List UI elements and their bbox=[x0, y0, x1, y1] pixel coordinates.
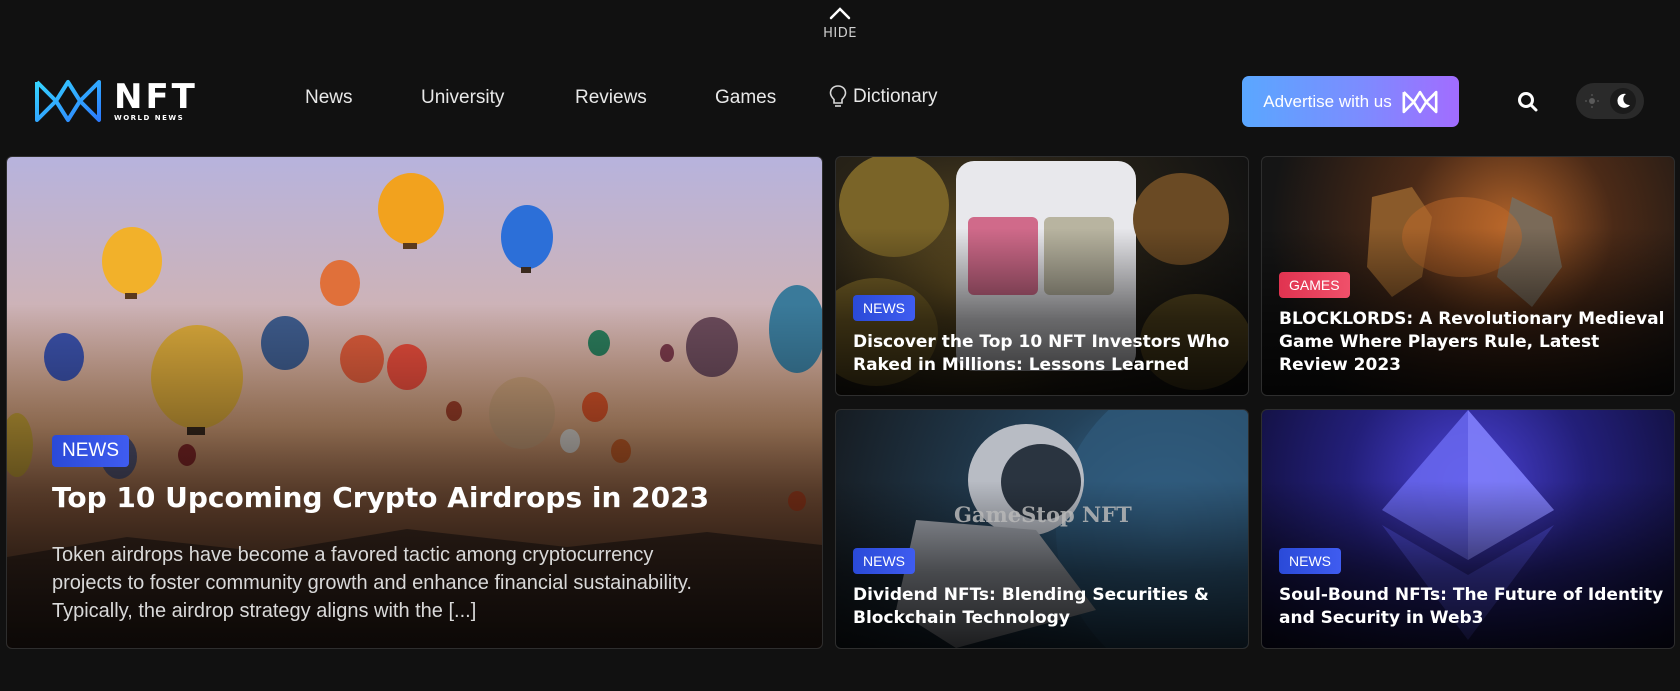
nav-item-dictionary[interactable]: Dictionary bbox=[829, 84, 937, 110]
title-line: Soul-Bound NFTs: The Future of Identity bbox=[1279, 585, 1664, 605]
advertise-button[interactable]: Advertise with us bbox=[1242, 76, 1459, 127]
article-card[interactable]: NEWS Soul-Bound NFTs: The Future of Iden… bbox=[1261, 409, 1675, 649]
theme-toggle[interactable] bbox=[1576, 83, 1644, 119]
moon-icon bbox=[1617, 93, 1630, 108]
site-logo[interactable]: NFT WORLD NEWS bbox=[34, 78, 198, 124]
title-line: Discover the Top 10 NFT Investors Who bbox=[853, 332, 1230, 352]
title-line: and Security in Web3 bbox=[1279, 608, 1484, 628]
category-badge[interactable]: NEWS bbox=[1279, 548, 1341, 574]
title-line: Blockchain Technology bbox=[853, 608, 1070, 628]
lightbulb-icon bbox=[829, 85, 847, 107]
logo-name: NFT bbox=[114, 77, 198, 117]
toggle-knob bbox=[1610, 88, 1636, 114]
title-line: Dividend NFTs: Blending Securities & bbox=[853, 585, 1209, 605]
category-badge[interactable]: GAMES bbox=[1279, 272, 1350, 298]
advertise-label: Advertise with us bbox=[1263, 91, 1392, 111]
nav-item-reviews[interactable]: Reviews bbox=[575, 87, 647, 109]
article-title[interactable]: Discover the Top 10 NFT Investors Who Ra… bbox=[853, 331, 1229, 377]
hide-header-toggle[interactable]: HIDE bbox=[812, 4, 868, 52]
article-card[interactable]: GameStop NFT NEWS Dividend NFTs: Blendin… bbox=[835, 409, 1249, 649]
featured-article-excerpt: Token airdrops have become a favored tac… bbox=[52, 541, 812, 625]
category-badge[interactable]: NEWS bbox=[853, 548, 915, 574]
article-title[interactable]: BLOCKLORDS: A Revolutionary Medieval Gam… bbox=[1279, 308, 1664, 377]
category-badge[interactable]: NEWS bbox=[52, 435, 129, 467]
featured-article-card[interactable]: NEWS Top 10 Upcoming Crypto Airdrops in … bbox=[6, 156, 823, 649]
category-badge[interactable]: NEWS bbox=[853, 295, 915, 321]
nav-item-dictionary-label: Dictionary bbox=[853, 86, 938, 107]
excerpt-line: projects to foster community growth and … bbox=[52, 572, 692, 594]
excerpt-line: Typically, the airdrop strategy aligns w… bbox=[52, 600, 477, 622]
sun-icon bbox=[1585, 94, 1599, 108]
title-line: Game Where Players Rule, Latest bbox=[1279, 332, 1600, 352]
top-navigation: NFT WORLD NEWS News University Reviews G… bbox=[0, 70, 1680, 132]
title-line: Raked in Millions: Lessons Learned bbox=[853, 355, 1190, 375]
article-title[interactable]: Dividend NFTs: Blending Securities & Blo… bbox=[853, 584, 1209, 630]
logo-tagline: WORLD NEWS bbox=[114, 114, 185, 122]
excerpt-line: Token airdrops have become a favored tac… bbox=[52, 544, 654, 566]
nav-item-games[interactable]: Games bbox=[715, 87, 776, 109]
title-line: BLOCKLORDS: A Revolutionary Medieval bbox=[1279, 309, 1665, 329]
search-button[interactable] bbox=[1516, 90, 1540, 114]
chevron-up-icon bbox=[829, 7, 851, 20]
logo-mark-icon bbox=[1402, 90, 1438, 113]
nav-item-news[interactable]: News bbox=[305, 87, 353, 109]
featured-article-title[interactable]: Top 10 Upcoming Crypto Airdrops in 2023 bbox=[52, 481, 812, 514]
logo-mark-icon bbox=[35, 80, 101, 122]
article-title[interactable]: Soul-Bound NFTs: The Future of Identity … bbox=[1279, 584, 1663, 630]
article-card[interactable]: GAMES BLOCKLORDS: A Revolutionary Mediev… bbox=[1261, 156, 1675, 396]
search-icon bbox=[1518, 92, 1538, 112]
logo-wordmark: NFT WORLD NEWS bbox=[114, 80, 198, 122]
nav-item-university[interactable]: University bbox=[421, 87, 504, 109]
title-line: Review 2023 bbox=[1279, 355, 1401, 375]
hide-label: HIDE bbox=[823, 26, 857, 41]
article-card[interactable]: NEWS Discover the Top 10 NFT Investors W… bbox=[835, 156, 1249, 396]
image-caption: GameStop NFT bbox=[954, 502, 1132, 527]
